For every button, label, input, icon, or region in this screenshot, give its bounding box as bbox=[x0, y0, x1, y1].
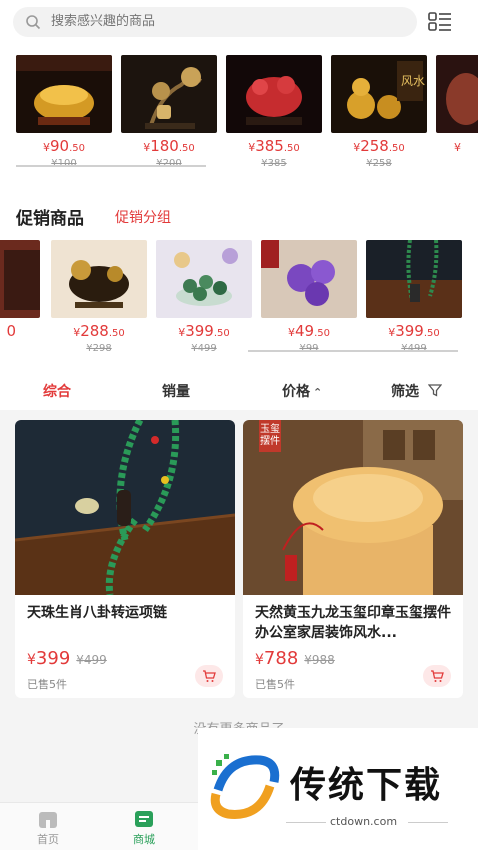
promo-item[interactable]: 0 bbox=[0, 240, 40, 339]
featured-carousel[interactable]: ¥90.50 ¥100 ¥180.50 ¥200 ¥385.50 ¥385 风水… bbox=[0, 55, 478, 180]
product-old-price: ¥385 bbox=[261, 158, 287, 169]
product-image bbox=[226, 55, 322, 133]
watermark-divider bbox=[286, 822, 326, 823]
product-old-price: ¥100 bbox=[51, 158, 77, 169]
tab-mall-label: 商城 bbox=[133, 833, 155, 846]
product-card[interactable]: 天珠生肖八卦转运项链 ¥399 ¥499 已售5件 bbox=[15, 420, 235, 698]
sort-sales[interactable]: 销量 bbox=[162, 381, 190, 401]
product-image: 风水 bbox=[331, 55, 427, 133]
product-image bbox=[51, 240, 147, 318]
featured-item[interactable]: ¥180.50 ¥200 bbox=[121, 55, 217, 171]
product-price: ¥ bbox=[454, 141, 461, 154]
promo-carousel[interactable]: 0 ¥288.50 ¥298 ¥399.50 ¥499 ¥49.50 ¥99 ¥… bbox=[0, 240, 478, 365]
product-old-price: ¥499 bbox=[401, 343, 427, 354]
sort-bar: 综合 销量 价格 ⌃ 筛选 bbox=[0, 370, 478, 410]
product-price: ¥49.50 bbox=[288, 322, 330, 340]
product-price: 0 bbox=[6, 322, 16, 340]
product-old-price: ¥99 bbox=[299, 343, 319, 354]
sort-comprehensive[interactable]: 综合 bbox=[43, 381, 71, 401]
watermark: 传统下载 ctdown.com bbox=[198, 728, 478, 850]
filter-icon bbox=[427, 384, 443, 397]
add-to-cart-button[interactable] bbox=[423, 665, 451, 687]
promo-item[interactable]: ¥49.50 ¥99 bbox=[261, 240, 357, 356]
sort-filter-label: 筛选 bbox=[391, 384, 419, 400]
promo-title: 促销商品 bbox=[16, 209, 84, 229]
watermark-logo bbox=[210, 754, 280, 819]
sort-caret-icon: ⌃ bbox=[313, 386, 323, 399]
svg-text:风水: 风水 bbox=[401, 74, 425, 88]
product-price: ¥399.50 bbox=[388, 322, 440, 340]
product-old-price: ¥499 bbox=[191, 343, 217, 354]
carousel-scrollbar[interactable] bbox=[248, 350, 458, 352]
featured-item[interactable]: ¥ bbox=[436, 55, 478, 156]
product-card[interactable]: 玉玺摆件 天然黄玉九龙玉玺印章玉玺摆件办公室家居装饰风水... ¥788 ¥988… bbox=[243, 420, 463, 698]
product-old-price: ¥988 bbox=[304, 653, 335, 667]
product-price: ¥788 ¥988 bbox=[255, 648, 335, 669]
promo-item[interactable]: ¥288.50 ¥298 bbox=[51, 240, 147, 356]
watermark-site: ctdown.com bbox=[330, 815, 398, 828]
home-icon bbox=[39, 812, 57, 828]
cart-icon bbox=[203, 670, 216, 682]
featured-item[interactable]: ¥385.50 ¥385 bbox=[226, 55, 322, 171]
product-image bbox=[156, 240, 252, 318]
promo-item[interactable]: ¥399.50 ¥499 bbox=[156, 240, 252, 356]
product-old-price: ¥258 bbox=[366, 158, 392, 169]
product-image bbox=[366, 240, 462, 318]
promo-group-link[interactable]: 促销分组 bbox=[115, 207, 171, 227]
product-old-price: ¥298 bbox=[86, 343, 112, 354]
mall-icon bbox=[135, 811, 153, 827]
sort-price-label: 价格 bbox=[282, 384, 310, 400]
carousel-scrollbar[interactable] bbox=[16, 165, 206, 167]
product-image bbox=[121, 55, 217, 133]
product-price: ¥399.50 bbox=[178, 322, 230, 340]
product-price: ¥399 ¥499 bbox=[27, 648, 107, 669]
product-image bbox=[15, 420, 235, 595]
product-title: 天然黄玉九龙玉玺印章玉玺摆件办公室家居装饰风水... bbox=[255, 605, 451, 641]
search-input[interactable] bbox=[51, 7, 391, 37]
sort-price[interactable]: 价格 ⌃ bbox=[282, 381, 322, 401]
promo-item[interactable]: ¥399.50 ¥499 bbox=[366, 240, 462, 356]
product-image bbox=[0, 240, 40, 318]
sort-filter[interactable]: 筛选 bbox=[391, 381, 443, 401]
tab-home[interactable]: 首页 bbox=[24, 809, 72, 847]
product-image bbox=[16, 55, 112, 133]
product-badge: 玉玺摆件 bbox=[259, 420, 281, 452]
category-list-icon[interactable] bbox=[427, 11, 453, 33]
add-to-cart-button[interactable] bbox=[195, 665, 223, 687]
sold-count: 已售5件 bbox=[255, 678, 295, 691]
product-price: ¥180.50 bbox=[143, 137, 195, 155]
featured-item[interactable]: 风水 ¥258.50 ¥258 bbox=[331, 55, 427, 171]
search-bar bbox=[0, 0, 478, 44]
product-price: ¥385.50 bbox=[248, 137, 300, 155]
watermark-divider bbox=[408, 822, 448, 823]
cart-icon bbox=[431, 670, 444, 682]
product-old-price: ¥200 bbox=[156, 158, 182, 169]
product-title: 天珠生肖八卦转运项链 bbox=[27, 605, 167, 621]
product-price: ¥288.50 bbox=[73, 322, 125, 340]
product-price: ¥90.50 bbox=[43, 137, 85, 155]
product-old-price: ¥499 bbox=[76, 653, 107, 667]
search-icon bbox=[26, 15, 41, 30]
product-image bbox=[436, 55, 478, 133]
product-price: ¥258.50 bbox=[353, 137, 405, 155]
tab-mall[interactable]: 商城 bbox=[120, 809, 168, 847]
watermark-title: 传统下载 bbox=[290, 765, 443, 806]
sold-count: 已售5件 bbox=[27, 678, 67, 691]
product-image: 玉玺摆件 bbox=[243, 420, 463, 595]
search-box[interactable] bbox=[13, 7, 417, 37]
featured-item[interactable]: ¥90.50 ¥100 bbox=[16, 55, 112, 171]
tab-home-label: 首页 bbox=[37, 833, 59, 846]
product-image bbox=[261, 240, 357, 318]
